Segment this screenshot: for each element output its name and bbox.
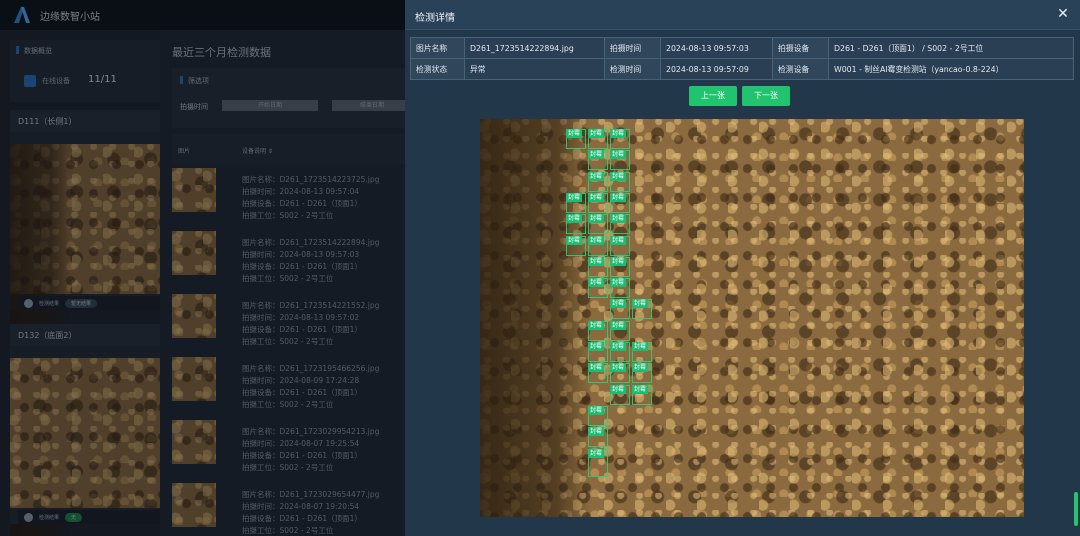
detect-time-value: 2024-08-13 09:57:09: [660, 58, 773, 80]
page-scrollbar[interactable]: [1074, 492, 1078, 526]
detection-label: 封霉: [566, 235, 583, 245]
detection-detail-dialog: 检测详情 ✕ 图片名称 D261_1723514222894.jpg 拍摄时间 …: [405, 0, 1080, 536]
shoot-time-label: 拍摄时间: [604, 37, 661, 59]
mold-detection-box: 封霉: [588, 214, 608, 235]
dialog-title: 检测详情: [415, 13, 455, 24]
detection-label: 封霉: [588, 448, 605, 458]
close-icon[interactable]: ✕: [1054, 5, 1072, 23]
detection-label: 封霉: [610, 384, 627, 394]
mold-detection-box: 封霉: [632, 363, 652, 384]
detection-label: 封霉: [566, 214, 583, 224]
mold-detection-box: 封霉: [588, 405, 608, 426]
mold-detection-box: 封霉: [610, 278, 630, 299]
detection-label: 封霉: [610, 214, 627, 224]
detection-label: 封霉: [588, 342, 605, 351]
detection-label: 封霉: [610, 299, 627, 309]
mold-detection-box: 封霉: [588, 235, 608, 256]
mold-detection-box: 封霉: [588, 448, 608, 477]
mold-detection-box: 封霉: [588, 171, 608, 192]
shadow-region: [480, 119, 590, 517]
mold-detection-box: 封霉: [632, 342, 652, 362]
mold-detection-box: 封霉: [588, 278, 608, 299]
detection-label: 封霉: [566, 192, 583, 202]
mold-detection-box: 封霉: [610, 363, 630, 384]
detection-label: 封霉: [588, 150, 605, 160]
mold-detection-box: 封霉: [588, 192, 608, 213]
next-image-button[interactable]: 下一张: [742, 86, 790, 106]
detect-status-value: 异常: [464, 58, 605, 80]
detection-label: 封霉: [632, 384, 649, 394]
mold-detection-box: 封霉: [588, 150, 608, 171]
mold-detection-box: 封霉: [610, 299, 630, 320]
detection-label: 封霉: [588, 171, 605, 181]
detection-label: 封霉: [588, 405, 605, 415]
mold-detection-box: 封霉: [566, 129, 586, 149]
detection-label: 封霉: [610, 150, 627, 160]
mold-detection-box: 封霉: [566, 235, 586, 256]
mold-detection-box: 封霉: [566, 192, 586, 213]
detection-label: 封霉: [588, 129, 605, 138]
detection-label: 封霉: [610, 363, 627, 373]
mold-detection-box: 封霉: [632, 299, 652, 320]
mold-detection-box: 封霉: [610, 171, 630, 192]
detection-label: 封霉: [588, 427, 605, 437]
detection-label: 封霉: [610, 278, 627, 288]
detection-label: 封霉: [632, 342, 649, 351]
detect-device-label: 检测设备: [772, 58, 829, 80]
image-name-value: D261_1723514222894.jpg: [464, 37, 605, 59]
mold-detection-box: 封霉: [610, 384, 630, 405]
detection-label: 封霉: [588, 192, 605, 202]
mold-detection-box: 封霉: [588, 427, 608, 448]
detection-label: 封霉: [588, 278, 605, 288]
mold-detection-box: 封霉: [610, 256, 630, 277]
mold-detection-box: 封霉: [632, 384, 652, 405]
mold-detection-box: 封霉: [610, 342, 630, 362]
detection-image[interactable]: 封霉 封霉 封霉 封霉 封霉 封霉 封霉 封霉 封霉 封霉 封霉 封霉 封霉 封霉 封霉 封霉 封霉 封霉 封霉 封霉…: [480, 119, 1024, 517]
mold-detection-box: 封霉: [610, 129, 630, 149]
detection-label: 封霉: [588, 235, 605, 245]
image-name-label: 图片名称: [410, 37, 465, 59]
shoot-time-value: 2024-08-13 09:57:03: [660, 37, 773, 59]
mold-detection-box: 封霉: [588, 342, 608, 362]
detection-label: 封霉: [588, 320, 605, 330]
mold-detection-box: 封霉: [610, 214, 630, 235]
dialog-header: 检测详情 ✕: [405, 0, 1080, 30]
detection-label: 封霉: [610, 129, 627, 138]
detection-label: 封霉: [610, 192, 627, 202]
shoot-device-value: D261 - D261（顶面1） / S002 - 2号工位: [828, 37, 1074, 59]
detection-label: 封霉: [588, 363, 605, 373]
detection-label: 封霉: [588, 214, 605, 224]
detection-label: 封霉: [610, 342, 627, 351]
detect-time-label: 检测时间: [604, 58, 661, 80]
detection-label: 封霉: [610, 320, 627, 330]
mold-detection-box: 封霉: [610, 192, 630, 213]
shoot-device-label: 拍摄设备: [772, 37, 829, 59]
detection-info-table: 图片名称 D261_1723514222894.jpg 拍摄时间 2024-08…: [410, 37, 1074, 80]
detect-status-label: 检测状态: [410, 58, 465, 80]
mold-detection-box: 封霉: [588, 256, 608, 277]
detection-label: 封霉: [610, 256, 627, 266]
mold-detection-box: 封霉: [610, 150, 630, 171]
mold-detection-box: 封霉: [588, 320, 608, 341]
detection-label: 封霉: [610, 235, 627, 245]
mold-detection-box: 封霉: [588, 363, 608, 384]
detection-label: 封霉: [632, 299, 649, 309]
prev-image-button[interactable]: 上一张: [689, 86, 737, 106]
detection-label: 封霉: [588, 256, 605, 266]
detect-device-value: W001 - 制丝AI霉变检测站（yancao-0.8-224）: [828, 58, 1074, 80]
mold-detection-box: 封霉: [588, 129, 608, 149]
detection-label: 封霉: [632, 363, 649, 373]
detection-label: 封霉: [566, 129, 583, 138]
mold-detection-box: 封霉: [610, 320, 630, 341]
detection-label: 封霉: [610, 171, 627, 181]
modal-backdrop[interactable]: [0, 0, 405, 536]
mold-detection-box: 封霉: [610, 235, 630, 256]
mold-detection-box: 封霉: [566, 214, 586, 235]
